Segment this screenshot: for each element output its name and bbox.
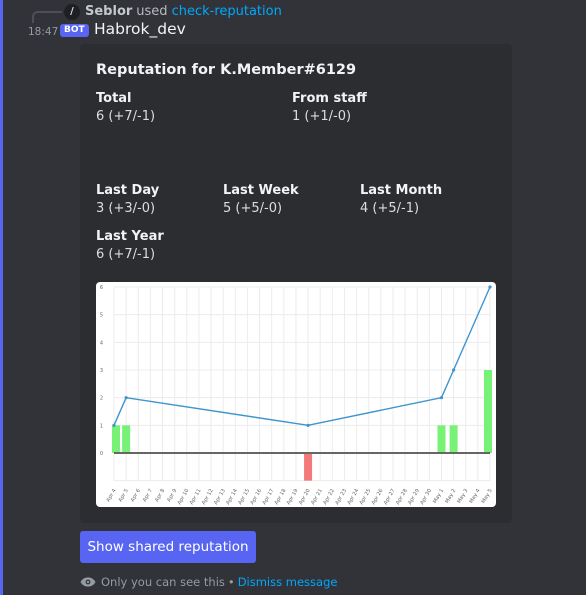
- chart-bar: [437, 425, 446, 453]
- field-last-year: Last Year 6 (+7/-1): [96, 229, 164, 262]
- field-value: 6 (+7/-1): [96, 247, 156, 262]
- chart-bar: [304, 453, 313, 481]
- chart-bar: [112, 425, 120, 453]
- field-total: Total 6 (+7/-1): [96, 91, 155, 124]
- cumulative-line: [113, 286, 491, 427]
- field-last-day: Last Day 3 (+3/-0): [96, 183, 159, 216]
- ephemeral-text: Only you can see this: [101, 575, 225, 589]
- embed-title: Reputation for K.Member#6129: [96, 62, 357, 78]
- field-last-month: Last Month 4 (+5/-1): [360, 183, 442, 216]
- x-tick-label: Apr 4: [106, 487, 119, 503]
- line-point: [112, 423, 116, 427]
- command-reply-header[interactable]: / Seblor used check-reputation: [64, 3, 282, 20]
- line-point: [306, 423, 310, 427]
- line-point: [439, 396, 444, 400]
- field-value: 1 (+1/-0): [292, 109, 352, 124]
- reputation-chart-image[interactable]: 0 1 2 3 4 5 6 Apr 4 Apr 5 Apr 6 Apr 7 Apr 8 Apr 9 Apr…: [96, 282, 496, 507]
- reply-username[interactable]: Seblor: [85, 4, 132, 19]
- reply-connector: [32, 11, 62, 23]
- reputation-embed: Reputation for K.Member#6129 Total 6 (+7…: [80, 44, 512, 523]
- line-point: [452, 368, 456, 372]
- field-name: Last Day: [96, 183, 160, 198]
- y-tick-label: 2: [100, 396, 103, 402]
- x-tick-label: Apr 8: [154, 488, 166, 503]
- field-value: 4 (+5/-1): [360, 201, 420, 216]
- y-tick-label: 3: [100, 368, 103, 374]
- y-tick-label: 0: [100, 451, 103, 457]
- bot-badge: BOT: [60, 24, 89, 37]
- field-name: Total: [96, 91, 132, 106]
- field-last-week: Last Week 5 (+5/-0): [223, 183, 299, 216]
- chart-bar: [122, 425, 131, 453]
- highlight-bar: [0, 0, 3, 595]
- field-name: From staff: [292, 91, 367, 106]
- x-tick-label: Apr 9: [166, 488, 178, 503]
- show-shared-reputation-button[interactable]: Show shared reputation: [80, 531, 256, 563]
- field-name: Last Week: [223, 183, 299, 198]
- field-value: 3 (+3/-0): [96, 201, 156, 216]
- reply-verb: used: [136, 4, 168, 19]
- field-value: 6 (+7/-1): [96, 109, 156, 124]
- field-name: Last Month: [360, 183, 443, 198]
- x-tick-label: Apr 6: [130, 488, 142, 503]
- field-value: 5 (+5/-0): [223, 201, 283, 216]
- chart-bar: [484, 370, 492, 453]
- reply-command-name[interactable]: check-reputation: [172, 4, 282, 19]
- field-from-staff: From staff 1 (+1/-0): [292, 91, 367, 124]
- line-point: [488, 285, 492, 289]
- y-tick-label: 4: [100, 340, 103, 346]
- eye-icon: [80, 577, 96, 587]
- dismiss-message-link[interactable]: Dismiss message: [238, 575, 338, 589]
- y-tick-label: 6: [100, 285, 103, 291]
- chart-bar: [449, 425, 458, 453]
- x-tick-label: Apr 5: [118, 488, 130, 503]
- author-name[interactable]: Habrok_dev: [94, 20, 186, 38]
- y-tick-label: 1: [100, 423, 103, 429]
- x-tick-label: May 5: [481, 488, 494, 505]
- message-timestamp[interactable]: 18:47: [28, 26, 58, 38]
- reputation-chart: 0 1 2 3 4 5 6 Apr 4 Apr 5 Apr 6 Apr 7 Apr 8 Apr 9 Apr…: [100, 285, 494, 506]
- x-tick-label: Apr 7: [142, 488, 154, 503]
- line-point: [124, 396, 128, 400]
- y-tick-label: 5: [100, 313, 103, 319]
- x-tick-label: Apr 30: [419, 488, 433, 506]
- ephemeral-notice: Only you can see this • Dismiss message: [80, 575, 337, 589]
- slash-command-icon: /: [64, 3, 80, 20]
- field-name: Last Year: [96, 229, 164, 244]
- separator: •: [227, 575, 235, 589]
